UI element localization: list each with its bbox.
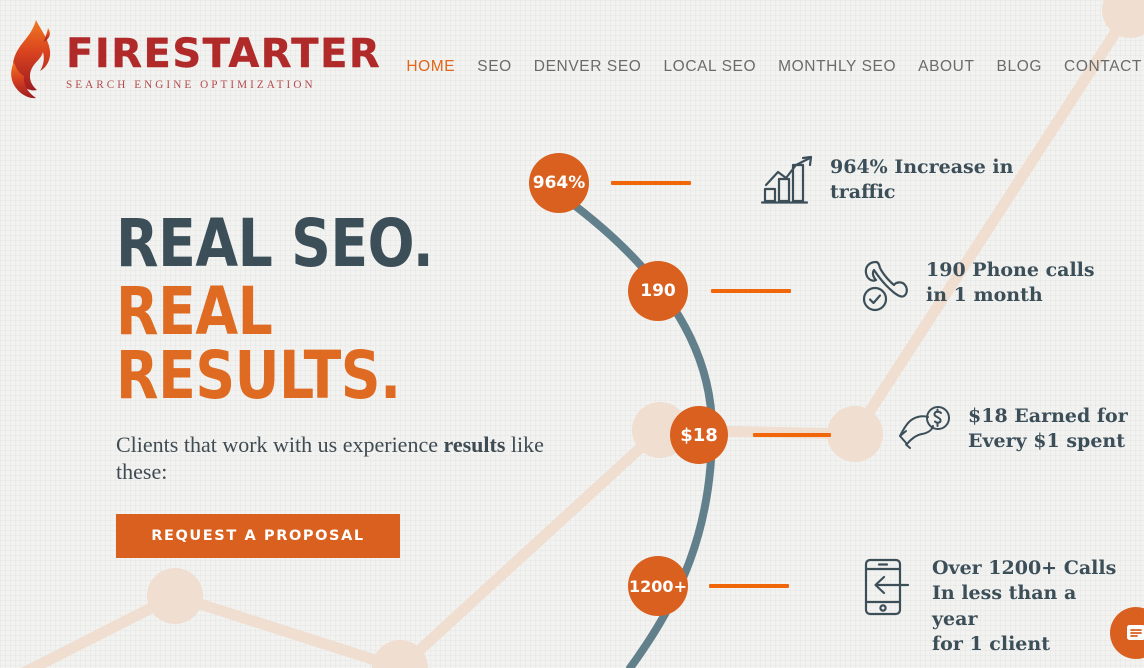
stat-badge-18-label: $18 — [680, 424, 718, 446]
phone-check-icon — [862, 260, 908, 312]
connector-line-4 — [709, 584, 789, 588]
stat-row-total-calls: Over 1200+ Calls In less than a year for… — [860, 556, 1116, 657]
bar-chart-growth-icon — [760, 155, 813, 204]
nav-item-blog[interactable]: BLOG — [997, 58, 1042, 76]
headline-line-1: REAL SEO. — [116, 205, 434, 282]
request-proposal-button[interactable]: REQUEST A PROPOSAL — [116, 513, 400, 558]
hand-coin-icon — [899, 406, 950, 449]
nav-item-about[interactable]: ABOUT — [918, 58, 974, 76]
flame-icon — [11, 20, 51, 99]
nav-item-home[interactable]: HOME — [406, 58, 455, 76]
nav-item-local-seo[interactable]: LOCAL SEO — [663, 58, 756, 76]
page-root: FIRESTARTER SEARCH ENGINE OPTIMIZATION H… — [0, 0, 1144, 668]
chat-message-icon — [1127, 625, 1144, 640]
stat-text-traffic: 964% Increase in traffic — [830, 156, 1014, 204]
logo-wordmark: FIRESTARTER SEARCH ENGINE OPTIMIZATION — [66, 18, 381, 91]
hero-section: REAL SEO. REAL RESULTS. Clients that wor… — [116, 205, 586, 558]
subtext-emphasis: results — [443, 432, 506, 458]
stat-badge-190-label: 190 — [640, 281, 676, 301]
logo-name: FIRESTARTER — [66, 31, 382, 77]
stat-row-phone-calls: 190 Phone calls in 1 month — [858, 258, 1095, 314]
site-header: FIRESTARTER SEARCH ENGINE OPTIMIZATION H… — [0, 0, 1144, 128]
nav-item-denver-seo[interactable]: DENVER SEO — [534, 58, 642, 76]
stat-badge-964[interactable]: 964% — [529, 153, 589, 213]
stat-text-earnings: $18 Earned for Every $1 spent — [968, 405, 1128, 453]
stat-badge-1200-label: 1200+ — [629, 576, 687, 596]
connector-line-3 — [753, 433, 831, 437]
stat-badge-964-label: 964% — [532, 173, 586, 193]
stat-row-earnings: $18 Earned for Every $1 spent — [898, 404, 1128, 455]
stat-badge-1200[interactable]: 1200+ — [628, 556, 688, 616]
subtext-prefix: Clients that work with us experience — [116, 432, 444, 458]
site-logo[interactable]: FIRESTARTER SEARCH ENGINE OPTIMIZATION — [8, 18, 381, 102]
connector-line-1 — [611, 181, 691, 185]
stat-badge-18[interactable]: $18 — [670, 406, 728, 464]
mobile-incoming-call-icon — [864, 558, 910, 616]
nav-item-monthly-seo[interactable]: MONTHLY SEO — [778, 58, 896, 76]
stat-text-phone-calls: 190 Phone calls in 1 month — [926, 259, 1095, 307]
stat-row-traffic: 964% Increase in traffic — [760, 155, 1013, 207]
hero-subtext: Clients that work with us experience res… — [116, 432, 586, 486]
stat-text-total-calls: Over 1200+ Calls In less than a year for… — [932, 557, 1117, 655]
nav-item-seo[interactable]: SEO — [477, 58, 512, 76]
page-title: REAL SEO. REAL RESULTS. — [116, 205, 553, 415]
connector-line-2 — [711, 289, 791, 293]
stat-badge-190[interactable]: 190 — [628, 261, 688, 321]
headline-line-2: REAL RESULTS. — [116, 273, 401, 415]
logo-tagline: SEARCH ENGINE OPTIMIZATION — [66, 79, 316, 91]
main-navigation: HOME SEO DENVER SEO LOCAL SEO MONTHLY SE… — [406, 58, 1142, 76]
nav-item-contact[interactable]: CONTACT — [1064, 58, 1142, 76]
